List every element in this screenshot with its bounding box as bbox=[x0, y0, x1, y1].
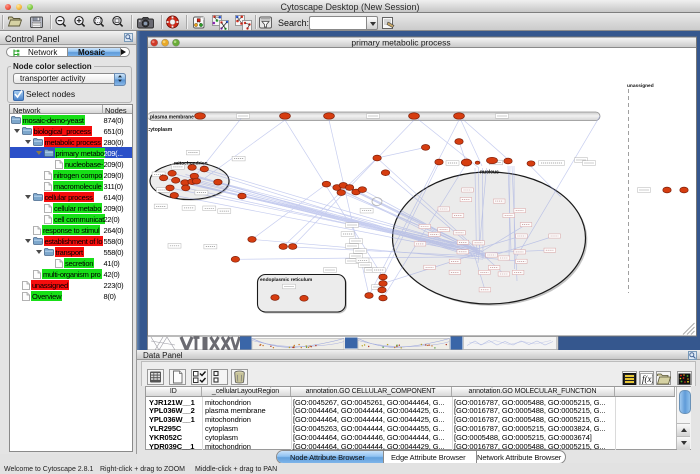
svg-text:unassigned: unassigned bbox=[627, 83, 654, 89]
svg-text:cytoplasm: cytoplasm bbox=[148, 127, 173, 133]
svg-text:f(x): f(x) bbox=[642, 374, 653, 384]
svg-text:mitochondrion: mitochondrion bbox=[174, 161, 208, 167]
svg-text:endoplasmic reticulum: endoplasmic reticulum bbox=[260, 277, 312, 283]
svg-text:primary metabolic process: primary metabolic process bbox=[351, 37, 450, 47]
svg-text:nucleus: nucleus bbox=[480, 170, 499, 176]
svg-text:plasma membrane: plasma membrane bbox=[150, 115, 194, 121]
